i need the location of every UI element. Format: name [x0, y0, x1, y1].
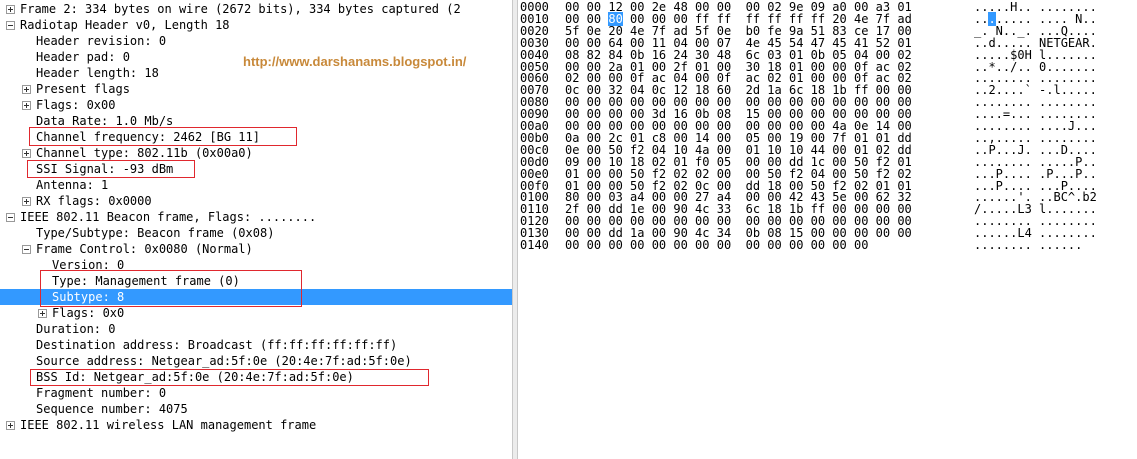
tree-row-label: Sequence number: 4075 [36, 402, 188, 416]
tree-row[interactable]: RX flags: 0x0000 [0, 193, 512, 209]
tree-row[interactable]: Subtype: 8 [0, 289, 512, 305]
tree-row[interactable]: Present flags [0, 81, 512, 97]
tree-row-label: Flags: 0x0 [52, 306, 125, 320]
tree-row[interactable]: Type/Subtype: Beacon frame (0x08) [0, 225, 512, 241]
tree-row[interactable]: SSI Signal: -93 dBm [0, 161, 512, 177]
tree-row[interactable]: Type: Management frame (0) [0, 273, 512, 289]
tree-row[interactable]: Sequence number: 4075 [0, 401, 512, 417]
tree-row[interactable]: Data Rate: 1.0 Mb/s [0, 113, 512, 129]
tree-row-label: Flags: 0x00 [36, 98, 116, 112]
tree-row-label: RX flags: 0x0000 [36, 194, 152, 208]
hex-ascii[interactable]: ..d..... NETGEAR. [974, 37, 1097, 49]
hex-bytes[interactable]: 00 00 00 00 00 00 00 00 00 00 00 00 00 0… [565, 239, 868, 251]
tree-row[interactable]: Antenna: 1 [0, 177, 512, 193]
tree-row-label: Present flags [36, 82, 130, 96]
tree-row[interactable]: BSS Id: Netgear_ad:5f:0e (20:4e:7f:ad:5f… [0, 369, 512, 385]
tree-row-label: Frame 2: 334 bytes on wire (2672 bits), … [20, 2, 461, 16]
expand-icon[interactable] [6, 5, 15, 14]
tree-row[interactable]: Flags: 0x0 [0, 305, 512, 321]
expand-icon[interactable] [6, 421, 15, 430]
tree-row-label: Radiotap Header v0, Length 18 [20, 18, 230, 32]
tree-row-label: Type/Subtype: Beacon frame (0x08) [36, 226, 275, 240]
hex-ascii[interactable]: ........ .....P.. [974, 156, 1097, 168]
hex-offset: 0040 [520, 47, 549, 62]
tree-row[interactable]: Channel type: 802.11b (0x00a0) [0, 145, 512, 161]
tree-row-label: Subtype: 8 [52, 290, 125, 304]
hex-offset: 0140 [520, 238, 549, 252]
hex-bytes[interactable]: 5f 0e 20 4e 7f ad 5f 0e b0 fe 9a 51 83 c… [565, 25, 912, 37]
collapse-icon[interactable] [6, 213, 15, 222]
tree-row-label: IEEE 802.11 wireless LAN management fram… [20, 418, 317, 432]
tree-row[interactable]: IEEE 802.11 wireless LAN management fram… [0, 417, 512, 433]
tree-row[interactable]: Destination address: Broadcast (ff:ff:ff… [0, 337, 512, 353]
tree-row[interactable]: Frame Control: 0x0080 (Normal) [0, 241, 512, 257]
hex-bytes[interactable]: 0e 00 50 f2 04 10 4a 00 01 10 10 44 00 0… [565, 144, 912, 156]
hex-ascii[interactable]: .....$0H l....... [974, 49, 1097, 61]
tree-row-label: Channel type: 802.11b (0x00a0) [36, 146, 253, 160]
tree-row-label: Header revision: 0 [36, 34, 167, 48]
hex-bytes[interactable]: 08 82 84 0b 16 24 30 48 6c 03 01 0b 05 0… [565, 49, 912, 61]
hex-offset: 00c0 [520, 142, 549, 157]
tree-row[interactable]: Header revision: 0 [0, 33, 512, 49]
expand-icon[interactable] [22, 197, 31, 206]
tree-row-label: Fragment number: 0 [36, 386, 167, 400]
tree-row-label: Source address: Netgear_ad:5f:0e (20:4e:… [36, 354, 412, 368]
tree-row-label: Channel frequency: 2462 [BG 11] [36, 130, 260, 144]
expand-icon[interactable] [22, 149, 31, 158]
tree-row[interactable]: Flags: 0x00 [0, 97, 512, 113]
collapse-icon[interactable] [22, 245, 31, 254]
hex-bytes[interactable]: 00 00 64 00 11 04 00 07 4e 45 54 47 45 4… [565, 37, 912, 49]
hex-bytes[interactable]: 09 00 10 18 02 01 f0 05 00 00 dd 1c 00 5… [565, 156, 912, 168]
tree-row-label: IEEE 802.11 Beacon frame, Flags: .......… [20, 210, 317, 224]
expand-icon[interactable] [22, 101, 31, 110]
hex-ascii[interactable]: ...P.... .P...P.. [974, 168, 1097, 180]
hex-ascii[interactable]: ..P...J. ...D.... [974, 144, 1097, 156]
tree-row[interactable]: Source address: Netgear_ad:5f:0e (20:4e:… [0, 353, 512, 369]
tree-row[interactable]: Duration: 0 [0, 321, 512, 337]
hex-offset: 00d0 [520, 154, 549, 169]
tree-row[interactable]: Channel frequency: 2462 [BG 11] [0, 129, 512, 145]
blog-watermark: http://www.darshanams.blogspot.in/ [243, 54, 467, 69]
tree-row[interactable]: IEEE 802.11 Beacon frame, Flags: .......… [0, 209, 512, 225]
tree-row-label: Version: 0 [52, 258, 125, 272]
tree-row-label: SSI Signal: -93 dBm [36, 162, 174, 176]
tree-row-label: Frame Control: 0x0080 (Normal) [36, 242, 253, 256]
tree-row[interactable]: Radiotap Header v0, Length 18 [0, 17, 512, 33]
tree-row-label: Duration: 0 [36, 322, 116, 336]
tree-row-label: Header pad: 0 [36, 50, 130, 64]
tree-row-label: Data Rate: 1.0 Mb/s [36, 114, 174, 128]
expand-icon[interactable] [22, 85, 31, 94]
tree-row[interactable]: Fragment number: 0 [0, 385, 512, 401]
hex-offset: 0020 [520, 23, 549, 38]
tree-row-label: Header length: 18 [36, 66, 159, 80]
collapse-icon[interactable] [6, 21, 15, 30]
packet-bytes-pane[interactable]: 0000 00 00 12 00 2e 48 00 00 00 02 9e 09 … [518, 0, 1137, 459]
tree-row-label: Antenna: 1 [36, 178, 109, 192]
tree-row[interactable]: Version: 0 [0, 257, 512, 273]
hex-offset: 0030 [520, 35, 549, 50]
hex-offset: 00e0 [520, 166, 549, 181]
expand-icon[interactable] [38, 309, 47, 318]
tree-row[interactable]: Frame 2: 334 bytes on wire (2672 bits), … [0, 1, 512, 17]
tree-row-label: Destination address: Broadcast (ff:ff:ff… [36, 338, 398, 352]
hex-ascii[interactable]: ........ ...... [974, 239, 1082, 251]
hex-bytes[interactable]: 01 00 00 50 f2 02 02 00 00 50 f2 04 00 5… [565, 168, 912, 180]
hex-ascii[interactable]: _. N.._. ...Q.... [974, 25, 1097, 37]
tree-row-label: Type: Management frame (0) [52, 274, 240, 288]
tree-row-label: BSS Id: Netgear_ad:5f:0e (20:4e:7f:ad:5f… [36, 370, 354, 384]
